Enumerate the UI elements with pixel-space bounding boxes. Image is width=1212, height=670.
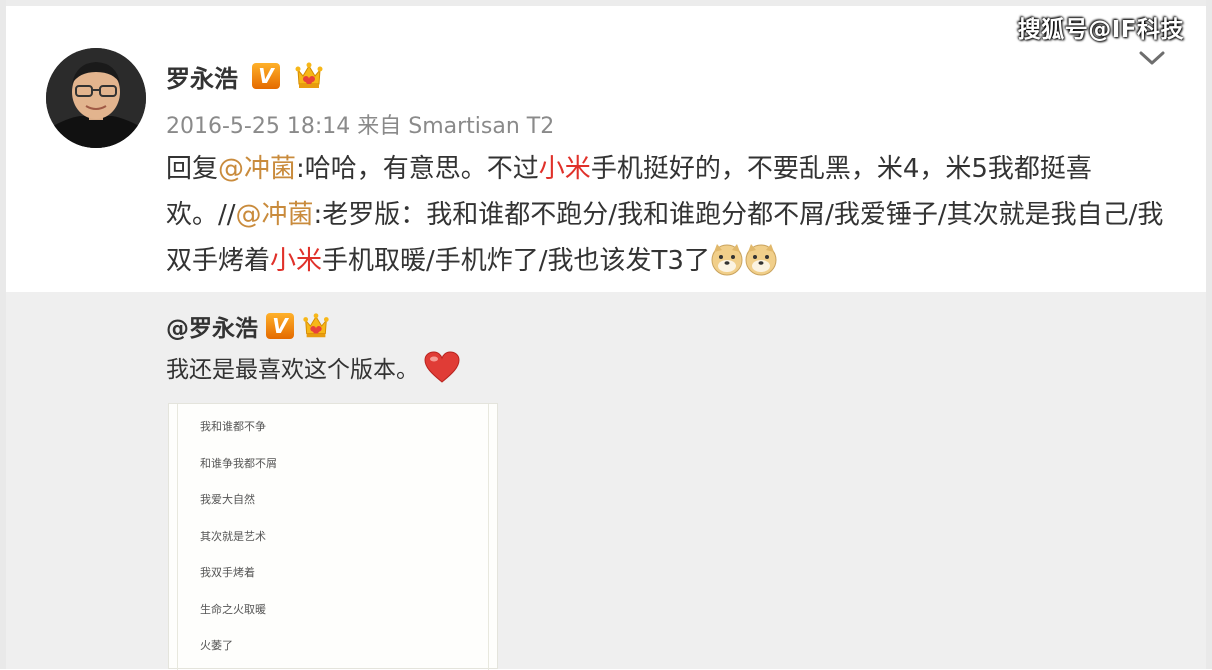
poem-line: 我双手烤着 [200,566,255,579]
avatar-portrait [46,48,146,148]
frame-top-border [0,0,1212,6]
quoted-post[interactable]: @罗永浩 V 我还是最喜欢这个版本。 我和谁都不争 和谁争我都不屑 我爱大自然 … [6,292,1206,670]
poem-line: 我和谁都不争 [200,420,266,433]
weibo-post-card: 搜狐号@IF科技 罗永浩 V 2016-5-25 18:14 来自 Smarti… [0,0,1212,670]
quoted-author-name[interactable]: @罗永浩 [166,309,258,343]
poem-line: 其次就是艺术 [200,529,266,543]
highlighted-keyword[interactable]: 小米 [539,154,591,184]
doge-emoji [711,244,743,276]
quoted-author-row: @罗永浩 V [166,310,332,342]
chevron-down-icon[interactable] [1138,48,1166,68]
post-body: 回复@冲菌:哈哈，有意思。不过小米手机挺好的，不要乱黑，米4，米5我都挺喜欢。/… [166,146,1176,284]
verified-badge-icon: V [252,63,280,89]
vip-crown-icon [295,62,323,88]
quoted-image[interactable]: 我和谁都不争 和谁争我都不屑 我爱大自然其次就是艺术 我双手烤着生命之火取暖 火萎了 [168,403,498,670]
poem-line: 生命之火取暖 [200,602,266,616]
mention-link[interactable]: @冲菌 [218,154,296,184]
poem-line: 我爱大自然 [200,493,255,506]
poem-line: 火萎了 [200,639,233,652]
quoted-text-row: 我还是最喜欢这个版本。 [166,350,461,384]
post-text: 回复@冲菌:哈哈，有意思。不过小米手机挺好的，不要乱黑，米4，米5我都挺喜欢。/… [166,154,1163,276]
poem-line: 和谁争我都不屑 [200,456,277,470]
mention-link[interactable]: @冲菌 [236,200,314,230]
avatar[interactable] [46,48,146,148]
doge-emoji [745,244,777,276]
vip-crown-icon [303,313,329,338]
image-margin-line [488,404,489,670]
image-margin-line [177,404,178,670]
highlighted-keyword[interactable]: 小米 [270,246,322,276]
post-text-segment: 手机取暖/手机炸了/我也该发T3了 [322,246,710,276]
verified-badge-icon: V [266,313,294,339]
frame-right-border [1206,0,1212,669]
author-name[interactable]: 罗永浩 [166,59,238,94]
post-text-segment: :哈哈，有意思。不过 [296,154,539,184]
author-row: 罗永浩 V [166,58,326,94]
post-meta: 2016-5-25 18:14 来自 Smartisan T2 [166,114,555,139]
heart-emoji [424,351,460,383]
image-poem: 我和谁都不争 和谁争我都不屑 我爱大自然其次就是艺术 我双手烤着生命之火取暖 火萎了 [200,412,277,668]
post-text-segment: 回复 [166,154,219,184]
watermark: 搜狐号@IF科技 [1017,17,1184,43]
quoted-text: 我还是最喜欢这个版本。 [166,357,419,383]
